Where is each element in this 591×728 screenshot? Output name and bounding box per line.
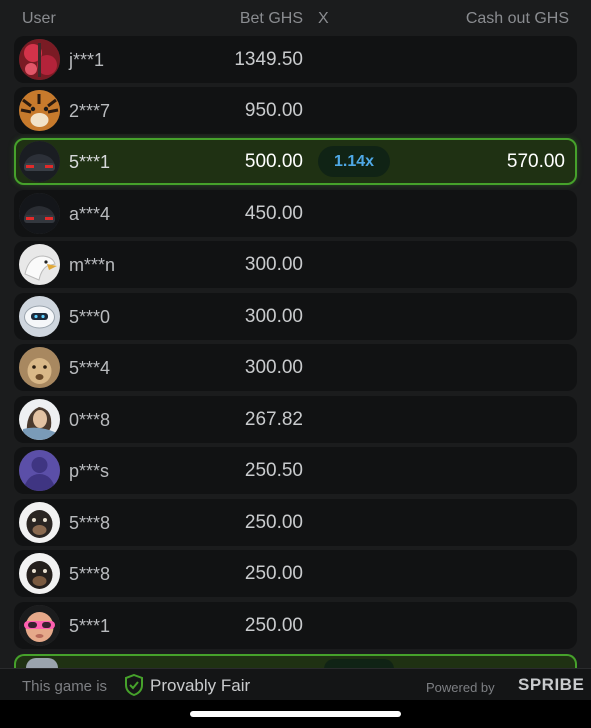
- row-username: 0***8: [69, 410, 111, 430]
- car-avatar-icon: [19, 141, 60, 182]
- row-username: 2***7: [69, 101, 111, 121]
- person-silhouette-avatar-icon: [19, 450, 60, 491]
- row-bet: 300.00: [244, 357, 303, 378]
- row-username: p***s: [69, 461, 110, 481]
- header-user: User: [22, 10, 56, 27]
- bet-row-partial: [14, 654, 577, 669]
- avatar: [26, 658, 58, 668]
- eagle-avatar-icon: [19, 244, 60, 285]
- bet-row: a***4 450.00: [14, 190, 577, 237]
- row-username: 5***0: [69, 307, 111, 327]
- lioness-avatar-icon: [19, 347, 60, 388]
- bet-row: p***s 250.50: [14, 447, 577, 494]
- bets-table-header: User Bet GHS X Cash out GHS: [0, 0, 591, 36]
- shield-check-icon: [124, 673, 144, 697]
- header-multiplier: X: [318, 10, 329, 27]
- row-bet: 1349.50: [234, 49, 303, 70]
- car-avatar-icon: [19, 193, 60, 234]
- red-flowers-avatar-icon: [19, 39, 60, 80]
- tiger-avatar-icon: [19, 90, 60, 131]
- row-bet: 300.00: [244, 306, 303, 327]
- row-cashout: 570.00: [506, 151, 565, 172]
- row-username: 5***1: [69, 152, 111, 172]
- row-username: 5***1: [69, 616, 111, 636]
- bet-row: 5***0 300.00: [14, 293, 577, 340]
- dog-avatar-icon: [19, 502, 60, 543]
- row-bet: 500.00: [244, 151, 303, 172]
- bet-row: 2***7 950.00: [14, 87, 577, 134]
- brand-logo: SPRIBE: [518, 675, 585, 694]
- row-username: 5***4: [69, 358, 111, 378]
- bet-row: 5***8 250.00: [14, 550, 577, 597]
- row-bet: 250.00: [244, 615, 303, 636]
- row-username: m***n: [69, 255, 116, 275]
- multiplier-badge: 1.14x: [318, 146, 390, 177]
- portrait-avatar-icon: [19, 399, 60, 440]
- bet-row: j***1 1349.50: [14, 36, 577, 83]
- header-cashout: Cash out GHS: [465, 10, 569, 27]
- powered-by-text: Powered by: [426, 680, 495, 695]
- robot-avatar-icon: [19, 296, 60, 337]
- bet-row: m***n 300.00: [14, 241, 577, 288]
- baby-sunglasses-avatar-icon: [19, 605, 60, 646]
- bet-row: 0***8 267.82: [14, 396, 577, 443]
- bets-panel: User Bet GHS X Cash out GHS j***1 1349.5…: [0, 0, 591, 700]
- row-bet: 267.82: [244, 409, 303, 430]
- footer-bar: This game is Provably Fair Powered by SP…: [0, 668, 591, 700]
- bet-row-cashed-out: 5***1 500.00 1.14x 570.00: [14, 138, 577, 185]
- row-bet: 450.00: [244, 203, 303, 224]
- row-bet: 250.50: [244, 460, 303, 481]
- row-bet: 250.00: [244, 512, 303, 533]
- row-bet: 950.00: [244, 100, 303, 121]
- row-username: 5***8: [69, 564, 111, 584]
- dog-avatar-icon: [19, 553, 60, 594]
- row-username: a***4: [69, 204, 111, 224]
- system-bottom-bar: [0, 700, 591, 728]
- home-indicator[interactable]: [190, 711, 401, 717]
- header-bet: Bet GHS: [239, 10, 303, 27]
- bet-row: 5***4 300.00: [14, 344, 577, 391]
- row-username: 5***8: [69, 513, 111, 533]
- row-bet: 250.00: [244, 563, 303, 584]
- bet-row: 5***8 250.00: [14, 499, 577, 546]
- footer-game-text: This game is: [22, 678, 108, 695]
- row-bet: 300.00: [244, 254, 303, 275]
- row-username: j***1: [69, 50, 105, 70]
- bet-row: 5***1 250.00: [14, 602, 577, 649]
- provably-fair-link[interactable]: Provably Fair: [150, 676, 250, 696]
